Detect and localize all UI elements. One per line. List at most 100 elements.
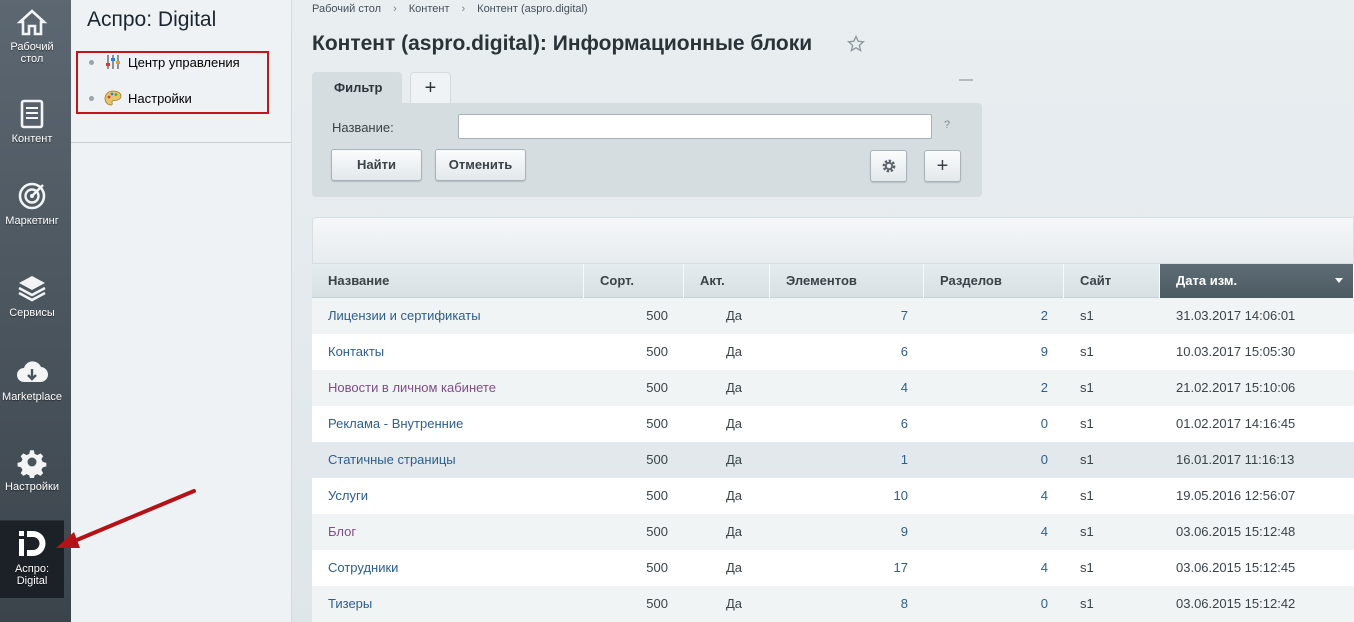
submenu-title: Аспро: Digital xyxy=(87,8,217,31)
cell-name[interactable]: Новости в личном кабинете xyxy=(328,370,578,406)
cell-elements[interactable]: 4 xyxy=(812,370,908,406)
breadcrumb-aspro-content[interactable]: Контент (aspro.digital) xyxy=(477,3,587,15)
cell-date: 01.02.2017 14:16:45 xyxy=(1176,416,1296,431)
cell-sections[interactable]: 2 xyxy=(952,370,1048,406)
cell-active: Да xyxy=(726,380,743,395)
column-header-date-label: Дата изм. xyxy=(1176,273,1238,288)
table-row[interactable]: Сотрудники 500 Да 17 4 s1 03.06.2015 15:12:45 xyxy=(312,550,1354,586)
cell-name[interactable]: Реклама - Внутренние xyxy=(328,406,578,442)
filter-settings-button[interactable] xyxy=(870,150,907,182)
help-icon[interactable]: ? xyxy=(944,119,950,131)
target-icon xyxy=(16,180,48,212)
cell-elements[interactable]: 7 xyxy=(812,298,908,334)
breadcrumb-separator-icon: › xyxy=(461,3,466,15)
cell-site: s1 xyxy=(1080,452,1094,467)
cell-elements[interactable]: 1 xyxy=(812,442,908,478)
nav-aspro-digital[interactable]: Аспро: Digital xyxy=(0,528,64,587)
nav-marketing[interactable]: Маркетинг xyxy=(0,180,64,227)
column-header-date[interactable]: Дата изм. xyxy=(1160,264,1354,298)
cell-sections[interactable]: 4 xyxy=(952,478,1048,514)
nav-content[interactable]: Контент xyxy=(0,98,64,145)
nav-desktop[interactable]: Рабочий стол xyxy=(0,6,64,65)
breadcrumb-desktop[interactable]: Рабочий стол xyxy=(312,3,381,15)
sliders-icon xyxy=(106,55,120,69)
bullet-icon xyxy=(89,59,94,65)
table-row[interactable]: Тизеры 500 Да 8 0 s1 03.06.2015 15:12:42 xyxy=(312,586,1354,622)
column-header-active[interactable]: Акт. xyxy=(684,264,770,298)
cell-elements[interactable]: 6 xyxy=(812,334,908,370)
filter-name-input[interactable] xyxy=(458,114,932,139)
add-filter-field-button[interactable]: + xyxy=(924,150,961,182)
table-row[interactable]: Услуги 500 Да 10 4 s1 19.05.2016 12:56:07 xyxy=(312,478,1354,514)
table-row[interactable]: Реклама - Внутренние 500 Да 6 0 s1 01.02.2017 … xyxy=(312,406,1354,442)
cell-sections[interactable]: 9 xyxy=(952,334,1048,370)
cell-sections[interactable]: 0 xyxy=(952,442,1048,478)
column-header-sections[interactable]: Разделов xyxy=(924,264,1064,298)
add-filter-tab-button[interactable]: + xyxy=(410,72,451,104)
cell-site: s1 xyxy=(1080,596,1094,611)
cell-name[interactable]: Тизеры xyxy=(328,586,578,622)
cell-sort: 500 xyxy=(646,524,668,539)
cell-name[interactable]: Блог xyxy=(328,514,578,550)
cell-sort: 500 xyxy=(646,416,668,431)
favorite-star-icon[interactable] xyxy=(847,35,865,53)
nav-settings[interactable]: Настройки xyxy=(0,446,64,493)
table-row[interactable]: Лицензии и сертификаты 500 Да 7 2 s1 31.03.201… xyxy=(312,298,1354,334)
cell-date: 21.02.2017 15:10:06 xyxy=(1176,380,1296,395)
table-row[interactable]: Блог 500 Да 9 4 s1 03.06.2015 15:12:48 xyxy=(312,514,1354,550)
cell-name[interactable]: Сотрудники xyxy=(328,550,578,586)
cell-date: 31.03.2017 14:06:01 xyxy=(1176,308,1296,323)
cell-active: Да xyxy=(726,416,743,431)
find-button[interactable]: Найти xyxy=(331,149,422,181)
column-header-name[interactable]: Название xyxy=(312,264,584,298)
filter-name-label: Название: xyxy=(332,120,394,135)
submenu-item-label: Центр управления xyxy=(128,54,240,70)
cell-elements[interactable]: 10 xyxy=(812,478,908,514)
cell-sections[interactable]: 0 xyxy=(952,406,1048,442)
cell-sort: 500 xyxy=(646,560,668,575)
cell-sections[interactable]: 4 xyxy=(952,550,1048,586)
cell-elements[interactable]: 6 xyxy=(812,406,908,442)
left-navigation-bar: Рабочий стол Контент Маркетинг Сервисы M… xyxy=(0,0,71,622)
nav-marketplace[interactable]: Marketplace xyxy=(0,356,64,403)
cell-active: Да xyxy=(726,344,743,359)
column-header-sort[interactable]: Сорт. xyxy=(584,264,684,298)
cell-name[interactable]: Лицензии и сертификаты xyxy=(328,298,578,334)
table-toolbar xyxy=(312,217,1354,264)
document-icon xyxy=(16,98,48,130)
cell-name[interactable]: Услуги xyxy=(328,478,578,514)
table-header: Название Сорт. Акт. Элементов Разделов С… xyxy=(312,264,1354,298)
cell-site: s1 xyxy=(1080,416,1094,431)
submenu-item-settings[interactable]: Настройки xyxy=(89,88,192,108)
column-header-elements[interactable]: Элементов xyxy=(770,264,924,298)
cell-elements[interactable]: 17 xyxy=(812,550,908,586)
main-content: Рабочий стол › Контент › Контент (aspro.… xyxy=(56,0,1354,622)
submenu-item-label: Настройки xyxy=(128,90,192,106)
breadcrumb-content[interactable]: Контент xyxy=(409,3,450,15)
cell-date: 19.05.2016 12:56:07 xyxy=(1176,488,1296,503)
layers-icon xyxy=(16,272,48,304)
cancel-button[interactable]: Отменить xyxy=(435,149,526,181)
table-row[interactable]: Контакты 500 Да 6 9 s1 10.03.2017 15:05:30 xyxy=(312,334,1354,370)
cloud-download-icon xyxy=(16,356,49,388)
cell-active: Да xyxy=(726,560,743,575)
cell-elements[interactable]: 8 xyxy=(812,586,908,622)
cell-sections[interactable]: 4 xyxy=(952,514,1048,550)
cell-sections[interactable]: 0 xyxy=(952,586,1048,622)
nav-aspro-digital-label: Аспро: Digital xyxy=(14,563,50,587)
bullet-icon xyxy=(89,95,94,101)
cell-active: Да xyxy=(726,488,743,503)
cell-elements[interactable]: 9 xyxy=(812,514,908,550)
cell-name[interactable]: Статичные страницы xyxy=(328,442,578,478)
table-row[interactable]: Новости в личном кабинете 500 Да 4 2 s1 21.02.… xyxy=(312,370,1354,406)
cell-sections[interactable]: 2 xyxy=(952,298,1048,334)
nav-settings-label: Настройки xyxy=(5,481,59,493)
submenu-item-control-center[interactable]: Центр управления xyxy=(89,52,240,72)
cell-sort: 500 xyxy=(646,308,668,323)
table-row[interactable]: Статичные страницы 500 Да 1 0 s1 16.01.2017 11… xyxy=(312,442,1354,478)
minimize-filter-icon[interactable] xyxy=(959,79,973,81)
column-header-site[interactable]: Сайт xyxy=(1064,264,1160,298)
cell-name[interactable]: Контакты xyxy=(328,334,578,370)
tab-filter[interactable]: Фильтр xyxy=(312,72,402,104)
nav-services[interactable]: Сервисы xyxy=(0,272,64,319)
